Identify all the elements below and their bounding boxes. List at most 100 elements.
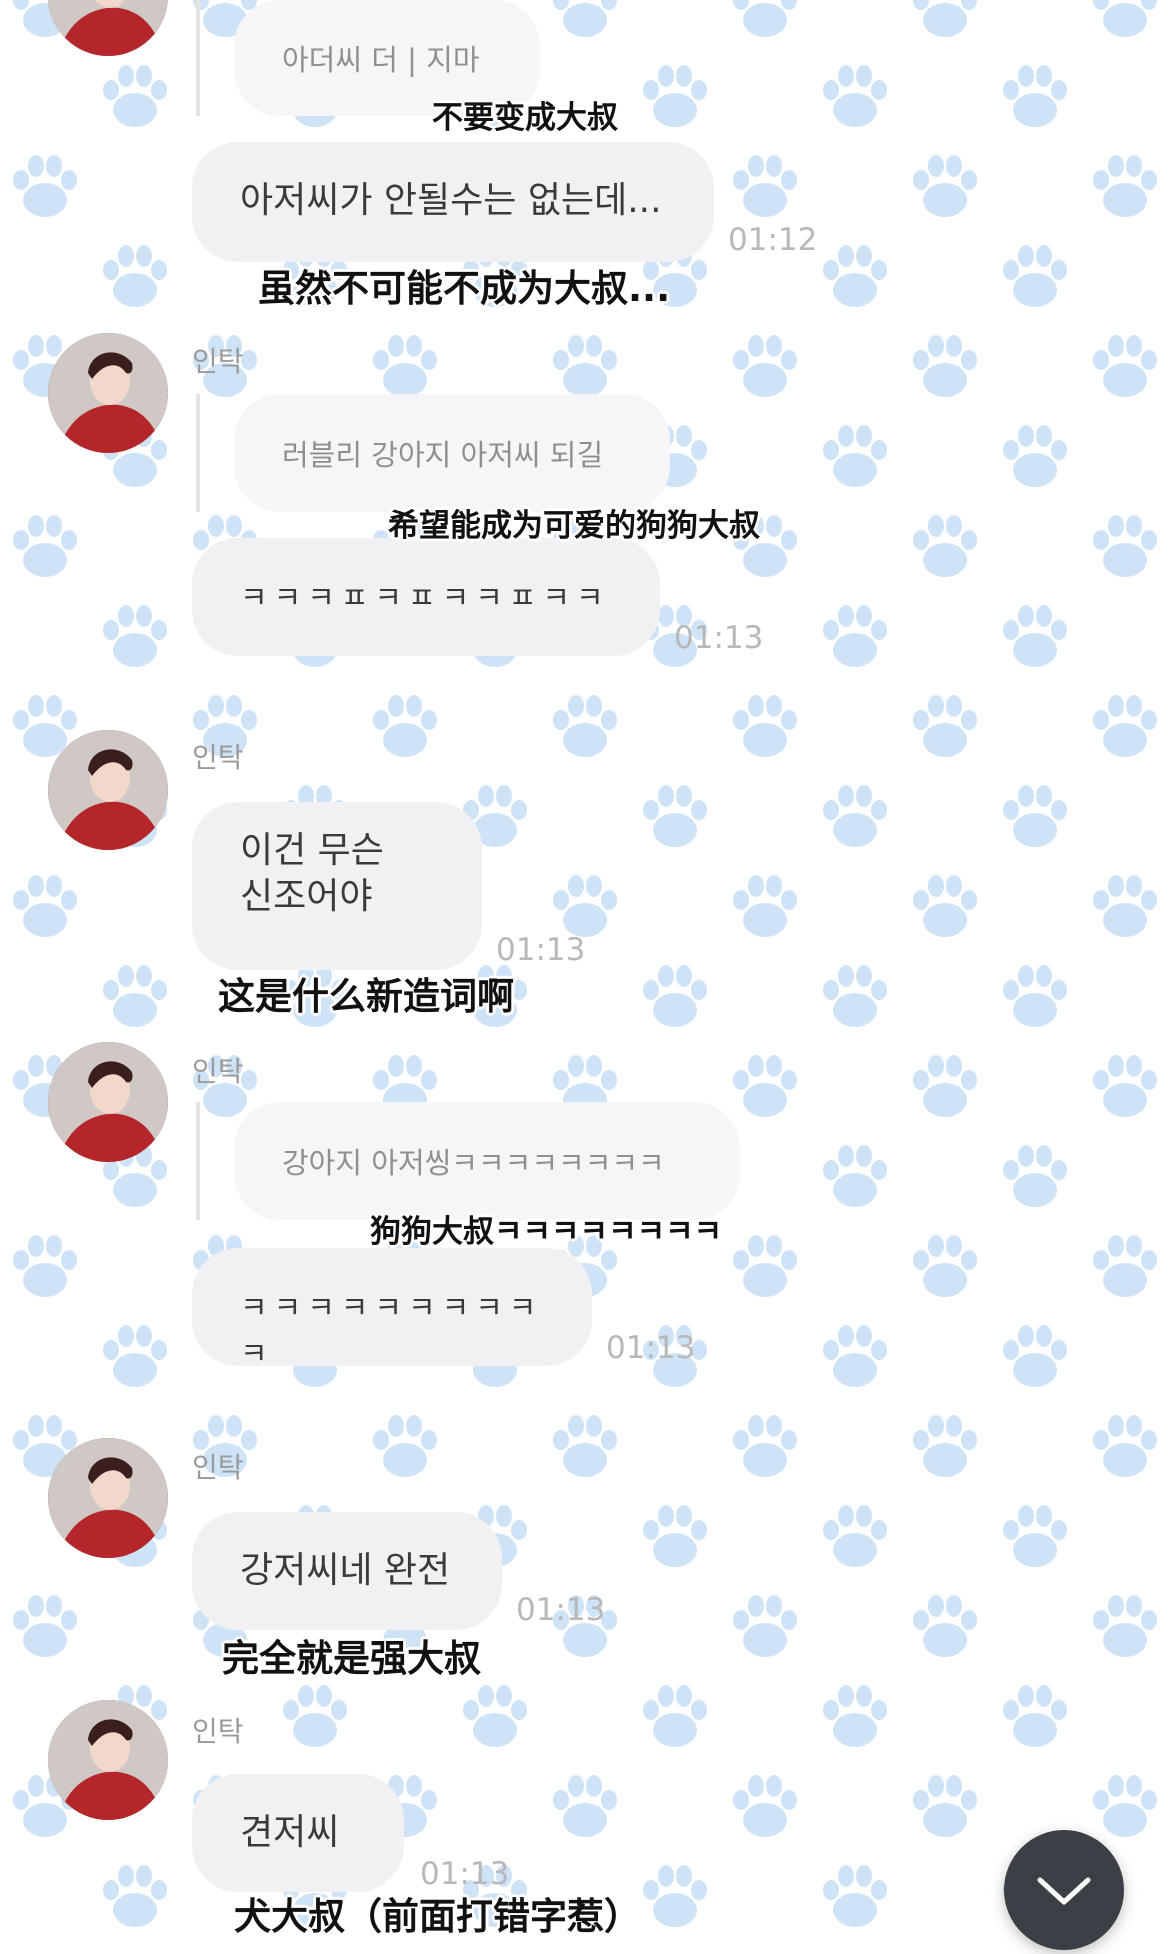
paw-icon	[823, 245, 887, 307]
paw-icon	[553, 695, 617, 757]
message-time: 01:13	[496, 932, 586, 968]
paw-icon	[103, 245, 167, 307]
message-bubble[interactable]: ㅋㅋㅋㅍㅋㅍㅋㅋㅍㅋㅋ	[192, 538, 660, 656]
paw-icon	[1003, 965, 1067, 1027]
paw-icon	[823, 965, 887, 1027]
paw-icon	[1093, 155, 1157, 217]
message-bubble[interactable]: ㅋㅋㅋㅋㅋㅋㅋㅋㅋㅋ	[192, 1248, 592, 1372]
avatar[interactable]	[48, 730, 168, 850]
message-text-line: 신조어야	[240, 876, 373, 917]
paw-icon	[643, 1505, 707, 1567]
paw-icon	[1093, 875, 1157, 937]
paw-icon	[913, 155, 977, 217]
paw-icon	[13, 1235, 77, 1297]
paw-icon	[913, 515, 977, 577]
avatar[interactable]	[48, 1438, 168, 1558]
sender-name: 인탁	[192, 345, 244, 378]
paw-icon	[913, 1235, 977, 1297]
paw-icon	[1093, 1595, 1157, 1657]
paw-icon	[1093, 335, 1157, 397]
avatar[interactable]	[48, 0, 168, 56]
message-bubble[interactable]: 아저씨가 안될수는 없는데...	[192, 142, 714, 262]
paw-icon	[823, 785, 887, 847]
message-text: 강저씨네 완전	[240, 1550, 451, 1591]
paw-icon	[1003, 1505, 1067, 1567]
message-time: 01:12	[728, 222, 818, 258]
paw-icon	[553, 1415, 617, 1477]
paw-icon	[1003, 785, 1067, 847]
subtitle: 希望能成为可爱的狗狗大叔	[388, 508, 760, 544]
message-bubble[interactable]: 견저씨	[192, 1774, 404, 1892]
paw-icon	[373, 695, 437, 757]
paw-icon	[1003, 605, 1067, 667]
sender-name: 인탁	[192, 1715, 244, 1748]
subtitle: 完全就是强大叔	[222, 1637, 481, 1680]
paw-icon	[373, 335, 437, 397]
paw-icon	[643, 965, 707, 1027]
paw-icon	[733, 1055, 797, 1117]
paw-icon	[1003, 1145, 1067, 1207]
sender-name: 인탁	[192, 741, 244, 774]
quoted-text: 아더씨 더 | 지마	[282, 43, 480, 77]
paw-icon	[913, 875, 977, 937]
paw-icon	[643, 1685, 707, 1747]
message-time: 01:13	[606, 1330, 696, 1366]
paw-icon	[733, 1595, 797, 1657]
paw-icon	[103, 1865, 167, 1927]
paw-icon	[1003, 1685, 1067, 1747]
paw-icon	[553, 875, 617, 937]
paw-icon	[733, 1415, 797, 1477]
paw-icon	[1003, 245, 1067, 307]
paw-icon	[913, 0, 977, 37]
paw-icon	[823, 425, 887, 487]
paw-icon	[1093, 1415, 1157, 1477]
scroll-to-bottom-button[interactable]	[1004, 1830, 1124, 1950]
paw-icon	[913, 1775, 977, 1837]
paw-icon	[103, 1325, 167, 1387]
paw-icon	[1003, 1325, 1067, 1387]
subtitle: 这是什么新造词啊	[218, 975, 514, 1018]
avatar-image	[48, 1042, 168, 1162]
paw-icon	[643, 65, 707, 127]
avatar[interactable]	[48, 1042, 168, 1162]
paw-icon	[103, 65, 167, 127]
paw-icon	[733, 695, 797, 757]
paw-icon	[1093, 515, 1157, 577]
message-bubble[interactable]: 강저씨네 완전	[192, 1512, 502, 1630]
avatar[interactable]	[48, 1700, 168, 1820]
paw-icon	[913, 1055, 977, 1117]
paw-icon	[13, 1595, 77, 1657]
quoted-message[interactable]: 강아지 아저씽ㅋㅋㅋㅋㅋㅋㅋㅋ	[234, 1102, 740, 1220]
paw-icon	[463, 1685, 527, 1747]
paw-icon	[733, 1775, 797, 1837]
paw-icon	[13, 155, 77, 217]
reply-indicator	[196, 1102, 200, 1220]
paw-icon	[1093, 1775, 1157, 1837]
paw-icon	[733, 1235, 797, 1297]
reply-indicator	[196, 0, 200, 116]
paw-icon	[373, 1415, 437, 1477]
quoted-text: 러블리 강아지 아저씨 되길	[282, 438, 604, 472]
paw-icon	[13, 515, 77, 577]
quoted-message[interactable]: 러블리 강아지 아저씨 되길	[234, 394, 670, 512]
paw-icon	[1093, 1055, 1157, 1117]
paw-icon	[643, 785, 707, 847]
message-text: 견저씨	[240, 1812, 340, 1853]
avatar[interactable]	[48, 333, 168, 453]
paw-icon	[1003, 65, 1067, 127]
paw-icon	[1093, 1235, 1157, 1297]
message-bubble[interactable]: 이건 무슨 신조어야	[192, 802, 482, 970]
paw-icon	[823, 65, 887, 127]
reply-indicator	[196, 394, 200, 512]
avatar-image	[48, 730, 168, 850]
subtitle: 虽然不可能不成为大叔...	[258, 267, 671, 310]
sender-name: 인탁	[192, 1055, 244, 1088]
paw-icon	[283, 1685, 347, 1747]
paw-icon	[553, 0, 617, 37]
paw-icon	[1093, 695, 1157, 757]
paw-icon	[643, 1865, 707, 1927]
paw-icon	[823, 605, 887, 667]
paw-icon	[913, 335, 977, 397]
paw-icon	[913, 1595, 977, 1657]
paw-icon	[733, 875, 797, 937]
